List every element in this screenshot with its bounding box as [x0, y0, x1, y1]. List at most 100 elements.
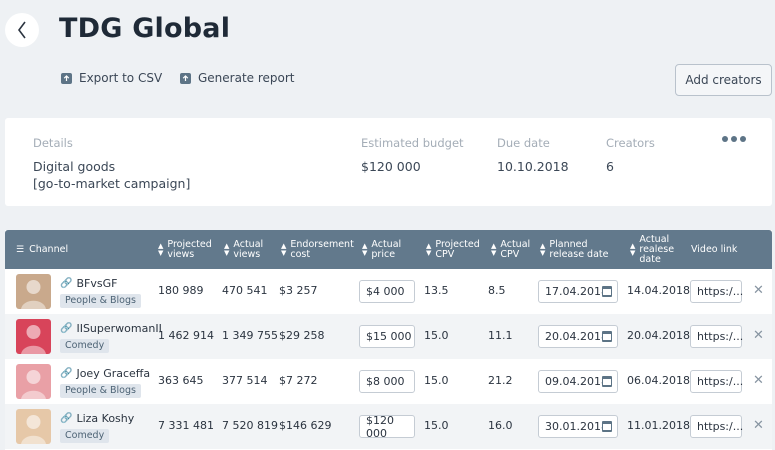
header-channel[interactable]: ☰ Channel — [16, 230, 68, 269]
actual-price-input[interactable]: $8 000 — [359, 370, 415, 393]
due-date-value: 10.10.2018 — [497, 159, 569, 174]
planned-release-date: 30.01.2018 — [545, 420, 608, 433]
actual-views-cell: 470 541 — [222, 284, 268, 297]
projected-views-cell: 180 989 — [158, 284, 204, 297]
link-icon: 🔗 — [60, 278, 73, 289]
table-row: 🔗 BFvsGF People & Blogs 180 989 470 541 $3 25… — [5, 269, 772, 314]
planned-release-date-input[interactable]: 20.04.2018 — [538, 325, 618, 348]
header-actual-cpv[interactable]: ▲ ▼ Actual CPV — [491, 230, 530, 269]
actual-price-input[interactable]: $120 000 — [359, 414, 415, 440]
back-button[interactable] — [5, 13, 39, 47]
calendar-icon[interactable] — [602, 421, 612, 432]
video-link-input[interactable]: https:/... — [690, 415, 743, 438]
projected-cpv-cell: 15.0 — [424, 374, 449, 387]
planned-release-date: 20.04.2018 — [545, 330, 608, 343]
actual-release-date-cell: 06.04.2018 — [627, 374, 690, 387]
header-projected-views[interactable]: ▲ ▼ Projected views — [158, 230, 212, 269]
planned-release-date: 17.04.2018 — [545, 285, 608, 298]
remove-row-icon[interactable]: ✕ — [753, 373, 764, 388]
export-icon — [61, 72, 72, 84]
actual-cpv-cell: 8.5 — [488, 284, 506, 297]
sort-icon: ▲ ▼ — [426, 241, 432, 257]
channel-name: Liza Koshy — [76, 412, 135, 425]
category-tag: Comedy — [60, 339, 110, 353]
actual-price-input[interactable]: $4 000 — [359, 280, 415, 303]
details-value: Digital goods [go-to-market campaign] — [33, 158, 190, 192]
budget-value: $120 000 — [361, 159, 421, 174]
category-tag: People & Blogs — [60, 294, 141, 308]
calendar-icon[interactable] — [602, 331, 612, 342]
channel-name: IISuperwomanII — [76, 322, 162, 335]
remove-row-icon[interactable]: ✕ — [753, 328, 764, 343]
avatar[interactable] — [16, 274, 51, 309]
sort-icon: ▲ ▼ — [630, 241, 636, 257]
sort-icon: ▲ ▼ — [158, 241, 164, 257]
category-tag: People & Blogs — [60, 384, 141, 398]
link-icon: 🔗 — [60, 323, 73, 334]
report-label: Generate report — [198, 71, 295, 85]
page-title: TDG Global — [59, 13, 231, 44]
projected-cpv-cell: 13.5 — [424, 284, 449, 297]
channel-name-link[interactable]: 🔗 Joey Graceffa — [60, 367, 150, 380]
details-label: Details — [33, 136, 73, 150]
chevron-left-icon — [18, 21, 26, 39]
planned-release-date-input[interactable]: 30.01.2018 — [538, 415, 618, 438]
generate-report-button[interactable]: Generate report — [180, 71, 295, 85]
details-line-2: [go-to-market campaign] — [33, 176, 191, 191]
planned-release-date-input[interactable]: 09.04.2018 — [538, 370, 618, 393]
creators-value: 6 — [606, 159, 614, 174]
projected-views-cell: 7 331 481 — [158, 419, 214, 432]
header-actual-price[interactable]: ▲ ▼ Actual price — [362, 230, 401, 269]
video-link-input[interactable]: https:/... — [690, 370, 743, 393]
export-csv-button[interactable]: Export to CSV — [61, 71, 162, 85]
campaign-summary-card: Details Digital goods [go-to-market camp… — [5, 118, 772, 206]
remove-row-icon[interactable]: ✕ — [753, 418, 764, 433]
projected-views-cell: 1 462 914 — [158, 329, 214, 342]
header-actual-release-date[interactable]: ▲ ▼ Actual realese date — [630, 230, 674, 269]
calendar-icon[interactable] — [602, 286, 612, 297]
add-creators-button[interactable]: Add creators — [675, 64, 772, 96]
creators-table: ☰ Channel ▲ ▼ Projected views ▲ ▼ Actual vie… — [5, 230, 772, 450]
projected-cpv-cell: 15.0 — [424, 329, 449, 342]
actual-release-date-cell: 20.04.2018 — [627, 329, 690, 342]
avatar[interactable] — [16, 319, 51, 354]
video-link-input[interactable]: https:/... — [690, 280, 743, 303]
video-link-input[interactable]: https:/... — [690, 325, 743, 348]
table-header: ☰ Channel ▲ ▼ Projected views ▲ ▼ Actual vie… — [5, 230, 772, 269]
header-endorsement-cost[interactable]: ▲ ▼ Endorsement cost — [281, 230, 354, 269]
actual-cpv-cell: 16.0 — [488, 419, 513, 432]
table-row: 🔗 Joey Graceffa People & Blogs 363 645 377 5… — [5, 359, 772, 404]
channel-name-link[interactable]: 🔗 BFvsGF — [60, 277, 117, 290]
endorsement-cost-cell: $3 257 — [279, 284, 318, 297]
channel-name-link[interactable]: 🔗 IISuperwomanII — [60, 322, 162, 335]
avatar[interactable] — [16, 409, 51, 444]
endorsement-cost-cell: $29 258 — [279, 329, 325, 342]
actual-cpv-cell: 11.1 — [488, 329, 513, 342]
calendar-icon[interactable] — [602, 376, 612, 387]
actual-views-cell: 1 349 755 — [222, 329, 278, 342]
projected-cpv-cell: 15.0 — [424, 419, 449, 432]
projected-views-cell: 363 645 — [158, 374, 204, 387]
sort-icon: ▲ ▼ — [491, 241, 497, 257]
sort-icon: ▲ ▼ — [362, 241, 368, 257]
actual-release-date-cell: 14.04.2018 — [627, 284, 690, 297]
remove-row-icon[interactable]: ✕ — [753, 283, 764, 298]
due-date-label: Due date — [497, 136, 550, 150]
details-line-1: Digital goods — [33, 159, 116, 174]
endorsement-cost-cell: $7 272 — [279, 374, 318, 387]
channel-name: BFvsGF — [76, 277, 118, 290]
report-icon — [180, 72, 191, 84]
header-planned-release-date[interactable]: ▲ ▼ Planned release date — [540, 230, 608, 269]
actual-price-input[interactable]: $15 000 — [359, 325, 415, 348]
channel-name: Joey Graceffa — [76, 367, 151, 380]
planned-release-date-input[interactable]: 17.04.2018 — [538, 280, 618, 303]
header-projected-cpv[interactable]: ▲ ▼ Projected CPV — [426, 230, 480, 269]
avatar[interactable] — [16, 364, 51, 399]
more-options-icon[interactable] — [722, 136, 746, 142]
sort-icon: ▲ ▼ — [540, 241, 546, 257]
list-icon: ☰ — [16, 244, 25, 255]
endorsement-cost-cell: $146 629 — [279, 419, 332, 432]
header-actual-views[interactable]: ▲ ▼ Actual views — [224, 230, 263, 269]
channel-name-link[interactable]: 🔗 Liza Koshy — [60, 412, 134, 425]
header-video-link: Video link — [691, 243, 738, 255]
